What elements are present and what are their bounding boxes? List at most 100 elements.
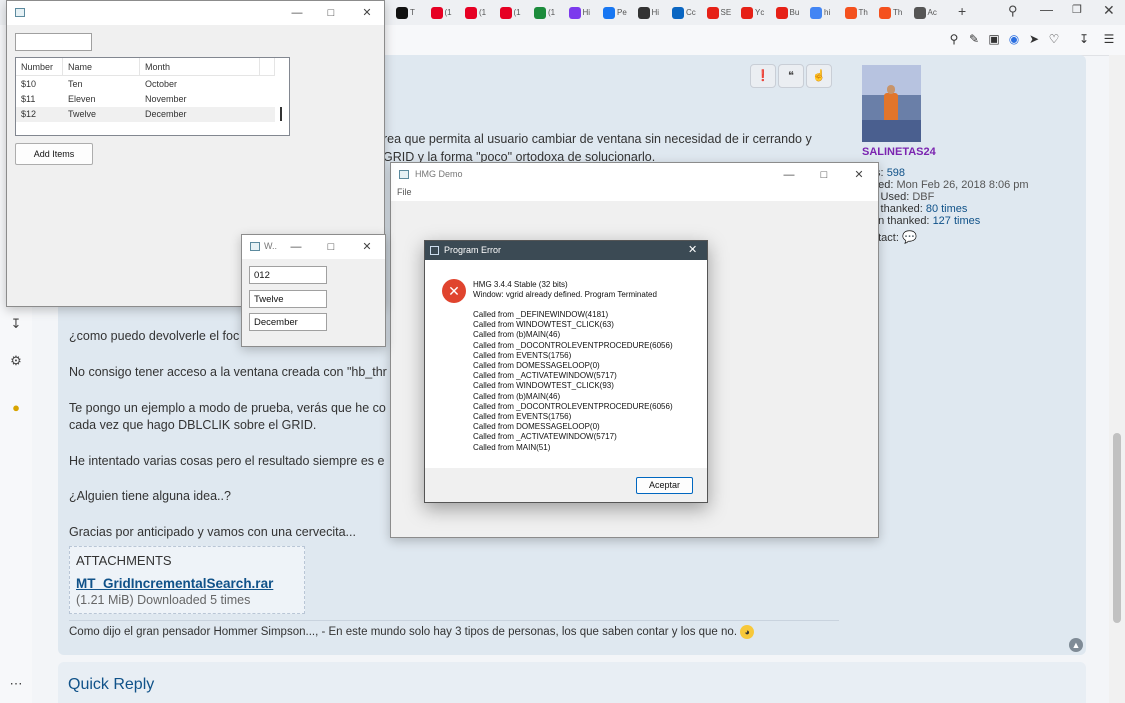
download-icon[interactable]: ↧ [1076,31,1092,47]
quote-button[interactable]: ❝ [778,64,804,88]
quick-reply-panel: Quick Reply [58,662,1086,703]
tab-favicon-icon [672,6,684,19]
call-stack-line: Called from MAIN(51) [473,442,551,452]
page-scrollbar[interactable] [1109,55,1125,703]
attachment-link[interactable]: MT_GridIncrementalSearch.rar [76,576,273,591]
call-stack-line: Called from WINDOWTEST_CLICK(93) [473,381,614,391]
post-text-line: ¿como puedo devolverle el foc [69,329,240,343]
name-field[interactable] [249,290,327,308]
tab-favicon-icon [879,6,891,19]
report-button[interactable]: ❗ [750,64,776,88]
add-items-button[interactable]: Add Items [15,143,93,165]
tab-label: SE [720,8,732,17]
browser-tab[interactable]: hi [810,4,830,21]
minimize-icon[interactable]: — [779,166,799,184]
column-header-number[interactable]: Number [16,58,63,76]
small-title-bar[interactable]: W.. — □ ✕ [242,235,385,259]
restore-icon[interactable]: ❐ [1072,3,1082,16]
edit-icon[interactable]: ✎ [966,31,982,47]
browser-tab[interactable]: (1 [499,4,521,21]
table-row[interactable]: $11 Eleven November [16,92,275,107]
close-icon[interactable]: ✕ [357,238,377,256]
tab-label: (1 [548,8,556,17]
program-error-dialog[interactable]: Program Error ✕ ✕ HMG 3.4.4 Stable (32 b… [424,240,708,503]
data-grid[interactable]: Number Name Month $10 Ten October $11 El… [15,57,290,136]
search-tabs-icon[interactable]: ⚲ [1008,3,1018,19]
close-icon[interactable]: ✕ [357,4,377,22]
close-icon[interactable]: ✕ [688,241,697,260]
avatar[interactable] [862,65,921,142]
like-button[interactable]: ☝ [806,64,832,88]
download-icon[interactable]: ↧ [7,315,25,333]
tab-label: Th [858,8,868,17]
accept-button[interactable]: Aceptar [636,477,693,494]
browser-tab[interactable]: Hi [568,4,590,21]
profile-used: s Used: DBF [872,191,935,203]
call-stack-line: Called from DOMESSAGELOOP(0) [473,361,600,370]
close-icon[interactable]: ✕ [849,166,869,184]
browser-tab[interactable]: Hi [637,4,659,21]
browser-tab[interactable]: Ac [913,4,937,21]
browser-tab[interactable]: Pe [603,4,627,21]
send-icon[interactable]: ➤ [1026,31,1042,47]
maximize-icon[interactable]: □ [321,4,341,22]
minimize-icon[interactable]: — [287,4,307,22]
table-row[interactable]: $10 Ten October [16,77,275,92]
call-stack-line: Called from (b)MAIN(46) [473,391,561,401]
scrollbar-thumb[interactable] [1113,433,1121,623]
grid-title-bar[interactable]: — □ ✕ [7,1,384,25]
menu-file[interactable]: File [397,187,412,197]
post-text-line: Te pongo un ejemplo a modo de prueba, ve… [69,401,386,415]
number-field[interactable] [249,266,327,284]
emoji-icon: ◕ [740,625,755,639]
tab-favicon-icon [775,6,788,19]
table-row-selected[interactable]: $12 Twelve December [16,107,275,122]
column-header-name[interactable]: Name [63,58,140,76]
column-header-month[interactable]: Month [140,58,260,76]
maximize-icon[interactable]: □ [321,238,341,256]
close-icon[interactable]: ✕ [1103,2,1115,19]
quick-reply-heading[interactable]: Quick Reply [68,676,154,694]
tab-label: Cc [686,8,696,17]
column-header-spacer [260,58,275,76]
search-input[interactable] [15,33,92,51]
tab-label: (1 [479,8,487,17]
browser-tab[interactable]: SE [706,4,732,21]
call-stack-line: Called from EVENTS(1756) [473,350,572,360]
browser-tab[interactable]: T [396,4,415,21]
coin-icon[interactable]: ● [7,399,25,417]
browser-tab[interactable]: Bu [775,4,799,21]
minimize-icon[interactable]: — [1040,2,1053,17]
camera-icon[interactable]: ▣ [986,31,1002,47]
month-field[interactable] [249,313,327,331]
browser-tab[interactable]: Th [879,4,902,21]
zoom-icon[interactable]: ⚲ [946,31,962,47]
scroll-top-icon[interactable]: ▲ [1069,638,1083,652]
scrollbar-thumb[interactable] [280,107,282,121]
browser-tab[interactable]: (1 [534,4,555,21]
browser-tab[interactable]: (1 [430,4,452,21]
minimize-icon[interactable]: — [286,238,306,256]
tab-favicon-icon [741,6,753,19]
chat-icon[interactable]: 💬 [902,230,917,244]
menu-icon[interactable]: ☰ [1101,31,1117,47]
shield-icon[interactable]: ◉ [1006,31,1022,47]
tab-label: Yc [755,8,765,17]
browser-tab[interactable]: (1 [465,4,486,21]
error-title-bar[interactable]: Program Error ✕ [425,241,707,260]
browser-tab[interactable]: Yc [741,4,764,21]
new-tab-button[interactable]: + [958,3,966,19]
window-icon [399,170,409,179]
profile-joined: ned: Mon Feb 26, 2018 8:06 pm [872,179,1029,191]
maximize-icon[interactable]: □ [814,166,834,184]
heart-icon[interactable]: ♡ [1046,31,1062,47]
gear-icon[interactable]: ⚙ [7,352,25,370]
attachments-box: ATTACHMENTS MT_GridIncrementalSearch.rar… [69,546,305,614]
post-text-line: rea que permita al usuario cambiar de ve… [383,132,812,146]
browser-tab[interactable]: Th [844,4,868,21]
username[interactable]: SALINETAS24 [862,146,936,158]
small-edit-window[interactable]: W.. — □ ✕ [241,234,386,347]
post-text-line: Gracias por anticipado y vamos con una c… [69,525,356,539]
browser-tab[interactable]: Cc [672,4,696,21]
more-icon[interactable]: ⋯ [7,675,25,693]
